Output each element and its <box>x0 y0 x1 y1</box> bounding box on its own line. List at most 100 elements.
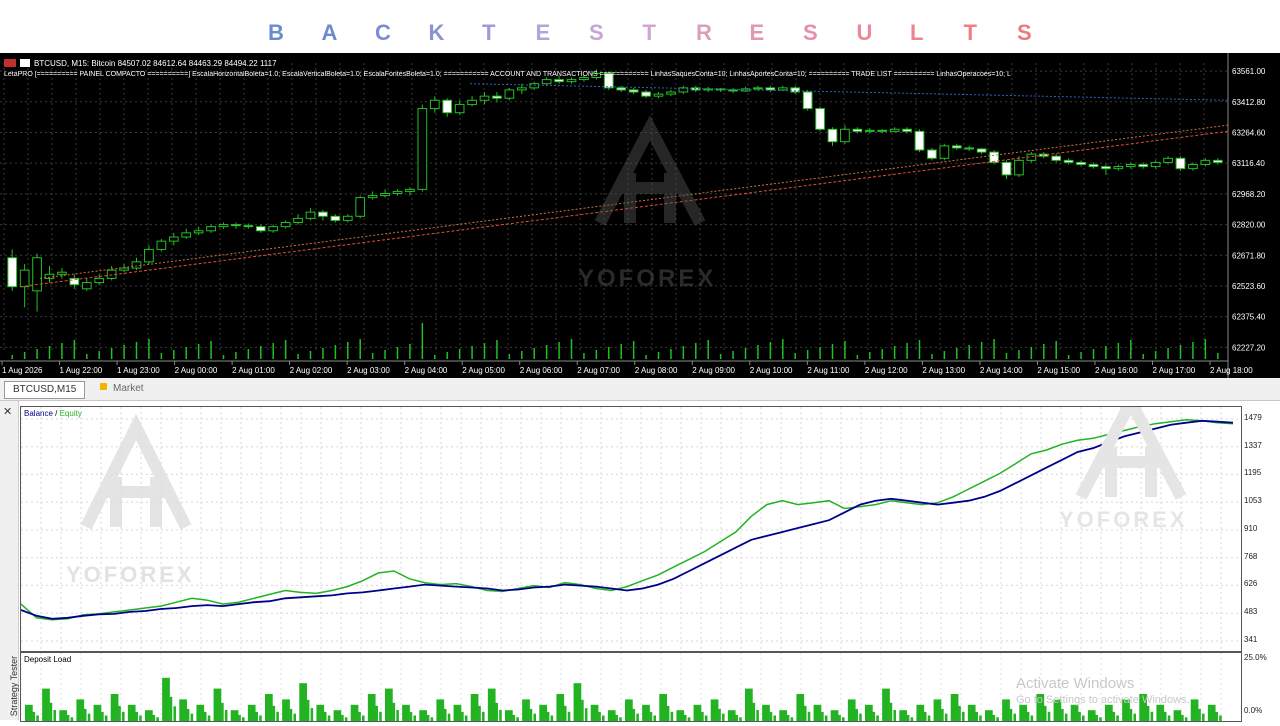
price-chart[interactable]: 63561.00 63412.80 63264.60 63116.40 62968.20… <box>0 53 1280 378</box>
legend-balance: Balance <box>24 409 53 418</box>
deposit-bar <box>289 708 293 721</box>
candle-body <box>889 128 900 132</box>
deposit-bar <box>529 708 533 721</box>
candle-body <box>1175 157 1186 170</box>
symbol-header: BTCUSD, M15: Bitcoin 84507.02 84612.64 8… <box>4 57 277 69</box>
deposit-bar <box>1023 708 1026 721</box>
candle-body <box>566 79 577 83</box>
deposit-bar <box>1198 708 1201 721</box>
deposit-bar <box>752 702 756 721</box>
candle-body <box>529 83 540 89</box>
time-label: 2 Aug 17:00 <box>1152 366 1195 375</box>
deposit-bar <box>1099 717 1102 721</box>
time-label: 1 Aug 22:00 <box>60 366 103 375</box>
candle-body <box>641 91 651 97</box>
candle-body <box>864 129 875 132</box>
deposit-bar <box>525 704 529 721</box>
deposit-bar <box>765 708 769 721</box>
candle-body <box>877 129 888 132</box>
candle-body <box>1138 164 1149 168</box>
candle-body <box>976 148 987 153</box>
yoforex-watermark-logo <box>594 115 706 226</box>
candle-body <box>7 257 18 288</box>
title-letter: R <box>696 20 712 45</box>
deposit-bar <box>495 702 498 721</box>
yoforex-watermark-logo <box>1075 389 1187 500</box>
tab-market[interactable]: Market <box>92 381 152 397</box>
deposit-bar <box>697 708 700 721</box>
candle-body <box>628 89 639 93</box>
tab-btcusd[interactable]: BTCUSD,M15 <box>4 381 86 399</box>
balance-equity-graph[interactable]: YOFOREX YOFOREX Balance / Equity <box>20 389 1242 652</box>
time-label: 1 Aug 23:00 <box>117 366 160 375</box>
deposit-bar <box>543 708 546 721</box>
deposit-bar <box>645 708 649 721</box>
deposit-bar <box>388 695 392 721</box>
deposit-bar <box>1009 708 1013 721</box>
deposit-bar <box>221 702 224 721</box>
deposit-bar <box>666 705 670 721</box>
equity-y-label: 910 <box>1244 524 1258 533</box>
deposit-bar <box>1095 714 1098 721</box>
deposit-bar <box>920 708 923 721</box>
deposit-bar <box>118 705 121 721</box>
title-letter: E <box>749 20 765 45</box>
candle-body <box>467 99 477 105</box>
candle-body <box>1163 157 1173 163</box>
deposit-bar <box>285 704 289 721</box>
indicator-icon <box>20 59 30 67</box>
candle-body <box>392 190 403 195</box>
deposit-bar <box>868 708 872 721</box>
price-label: 63412.80 <box>1232 98 1266 107</box>
price-label: 62820.00 <box>1232 221 1266 230</box>
candle-body <box>1150 161 1161 168</box>
deposit-bar <box>426 714 430 721</box>
deposit-bar <box>1194 704 1198 721</box>
title-letter: B <box>268 20 284 45</box>
deposit-bar <box>413 715 417 721</box>
time-label: 2 Aug 16:00 <box>1095 366 1138 375</box>
candle-body <box>355 197 366 217</box>
deposit-bar <box>1160 708 1163 721</box>
candle-body <box>1212 159 1223 163</box>
yoforex-watermark-text: YOFOREX <box>66 562 195 587</box>
candle-body <box>330 215 341 221</box>
deposit-bar <box>327 715 331 721</box>
deposit-bar <box>516 717 519 721</box>
candle-body <box>492 95 502 99</box>
deposit-bar <box>893 709 897 721</box>
deposit-bar <box>36 715 39 721</box>
candlestick-chart-canvas[interactable]: 63561.00 63412.80 63264.60 63116.40 62968.20… <box>0 53 1280 378</box>
deposit-bar <box>577 691 580 721</box>
candle-body <box>554 79 564 83</box>
candle-body <box>454 103 465 114</box>
deposit-bar <box>937 704 940 721</box>
time-label: 2 Aug 18:00 <box>1210 366 1253 375</box>
time-label: 2 Aug 07:00 <box>577 366 620 375</box>
candle-body <box>541 79 552 85</box>
candle-body <box>753 87 763 90</box>
time-label: 2 Aug 13:00 <box>922 366 965 375</box>
deposit-bar <box>1184 717 1188 721</box>
candle-body <box>94 277 105 284</box>
price-label: 63116.40 <box>1232 159 1265 168</box>
candle-body <box>243 225 254 228</box>
candle-body <box>218 224 229 228</box>
deposit-bar <box>457 708 460 721</box>
deposit-bar <box>306 699 310 721</box>
title-letter: K <box>428 20 445 45</box>
yoforex-watermark-text: YOFOREX <box>1059 507 1188 532</box>
title-letter: U <box>856 20 873 45</box>
activate-windows-line2: Go to Settings to activate Windows. <box>1016 694 1190 706</box>
deposit-bar <box>594 708 598 721</box>
tab-market-label: Market <box>113 383 144 394</box>
candle-body <box>442 99 453 114</box>
time-label: 2 Aug 03:00 <box>347 366 390 375</box>
close-icon[interactable]: ✕ <box>3 405 12 418</box>
deposit-bar <box>756 709 759 721</box>
deposit-bar <box>704 715 708 721</box>
deposit-bar <box>683 714 687 721</box>
candle-body <box>1101 166 1111 170</box>
deposit-bar <box>303 691 306 721</box>
deposit-bar <box>443 708 447 721</box>
